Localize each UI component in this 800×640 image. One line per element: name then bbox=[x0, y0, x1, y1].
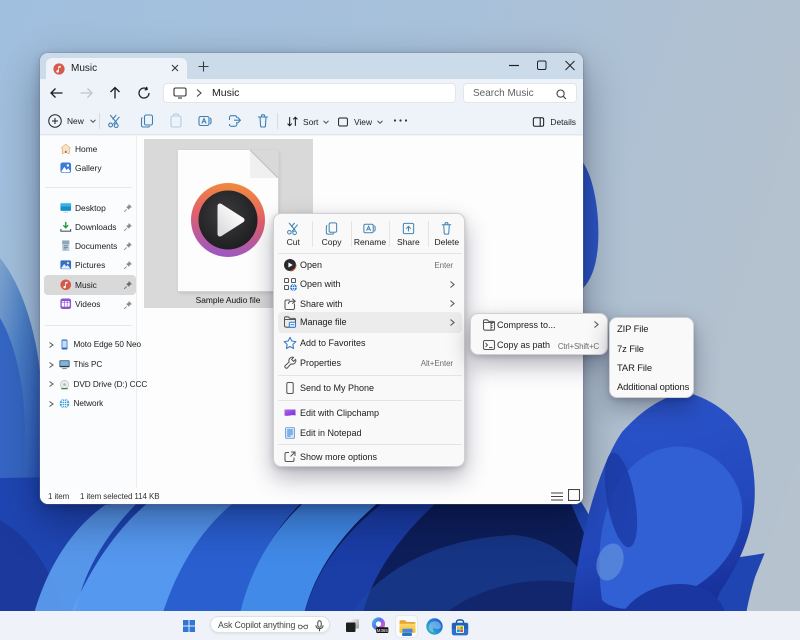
svg-text:M365: M365 bbox=[377, 628, 389, 633]
